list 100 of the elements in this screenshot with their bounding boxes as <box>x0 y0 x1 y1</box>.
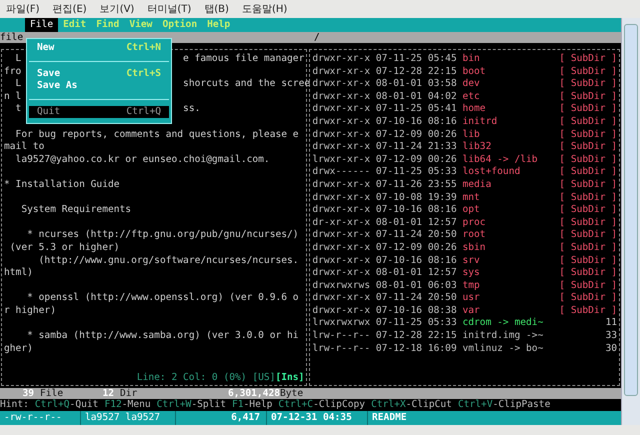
file-row[interactable]: drwxr-xr-x 07-10-16 08:38 var [ SubDir ] <box>312 304 618 318</box>
file-row[interactable]: drwxr-xr-x 07-12-09 00:26 sbin [ SubDir ] <box>312 242 618 254</box>
option-label: New <box>37 42 54 55</box>
shortcut-text: Ctrl+S <box>126 68 161 80</box>
file-name: sbin <box>462 242 487 254</box>
count-label: File <box>40 388 64 399</box>
file-time: 08:16 <box>428 254 458 268</box>
permissions: drwxr-xr-x <box>312 66 372 78</box>
file-date: 07-12-28 <box>376 330 424 343</box>
file-name: bin <box>462 53 481 66</box>
file-name: lib64 -> /lib <box>462 154 539 166</box>
window-menu-item[interactable]: 파일(F) <box>6 2 40 16</box>
file-row[interactable]: drwxr-xr-x 07-11-24 20:50 usr [ SubDir ] <box>312 292 618 305</box>
scrollbar[interactable] <box>621 18 640 425</box>
menu-item[interactable]: File <box>25 18 58 32</box>
file-name: home <box>462 103 487 116</box>
file-name: initrd <box>462 116 498 129</box>
file-date: 07-11-24 <box>376 292 424 305</box>
file-size: 6,417 <box>176 411 267 425</box>
window-menu-item[interactable]: 편집(E) <box>52 2 87 16</box>
editor-text: System Requirements <box>20 204 132 216</box>
file-date: 08-01-01 <box>376 280 424 292</box>
hint-key: F12 <box>104 399 122 410</box>
permissions: drwxr-xr-x <box>312 116 372 129</box>
file-row[interactable]: drwxr-xr-x 07-11-25 05:45 bin [ SubDir ] <box>312 53 618 66</box>
file-type: [ SubDir ] <box>559 178 618 192</box>
file-row[interactable]: drwxr-xr-x 07-11-26 23:55 media [ SubDir ] <box>312 178 618 192</box>
file-type: [ SubDir ] <box>559 292 618 305</box>
file-type: [ SubDir ] <box>559 90 618 104</box>
editor-text: ss. <box>183 103 200 116</box>
file-row[interactable]: drwxr-xr-x 07-11-25 05:41 home [ SubDir ] <box>312 103 618 116</box>
file-date: 07-10-16 <box>376 254 424 268</box>
file-time: 19:39 <box>428 192 458 204</box>
editor-text: * ncurses (http://ftp.gnu.org/pub/gnu/ncurses/) <box>26 229 299 240</box>
file-time: 16:09 <box>428 342 458 356</box>
file-row[interactable]: drwxr-xr-x 07-12-28 22:15 boot [ SubDir ] <box>312 66 618 78</box>
file-row[interactable]: drwxrwxrws 08-01-01 06:03 tmp [ SubDir ] <box>312 280 618 292</box>
file-date: 07-12-09 <box>376 242 424 254</box>
editor-text: fro <box>4 66 22 77</box>
option-label: Quit <box>37 106 60 118</box>
file-row[interactable]: drwxr-xr-x 07-12-09 00:26 lib [ SubDir ] <box>312 128 618 142</box>
file-time: 08:16 <box>428 204 458 217</box>
window-menu-item[interactable]: 보기(V) <box>100 2 134 16</box>
path-text: file <box>0 32 24 43</box>
editor-text: gher) <box>4 342 33 354</box>
file-row[interactable]: drwxr-xr-x 07-10-08 19:39 mnt [ SubDir ] <box>312 192 618 204</box>
file-row[interactable]: drwx------ 07-11-25 05:33 lost+found [ SubDir ] <box>312 166 618 179</box>
file-name: usr <box>462 292 481 305</box>
file-name: lost+found <box>462 166 522 179</box>
file-date: 07-11-25 <box>376 103 424 116</box>
file-name: srv <box>462 254 481 268</box>
file-row[interactable]: drwxr-xr-x 07-11-24 21:33 lib32 [ SubDir ] <box>312 141 618 154</box>
file-name: var <box>462 304 481 318</box>
file-row[interactable]: drwxr-xr-x 08-01-01 04:02 etc [ SubDir ] <box>312 90 618 104</box>
file-type: [ SubDir ] <box>559 128 618 142</box>
scrollbar-thumb[interactable] <box>624 24 638 396</box>
file-type: [ SubDir ] <box>559 229 618 242</box>
window-menu-item[interactable]: 터미널(T) <box>147 2 192 16</box>
editor-text: shorcuts and the scree <box>183 78 310 91</box>
file-row[interactable]: drwxr-xr-x 07-11-24 20:50 root [ SubDir ] <box>312 229 618 242</box>
file-type: [ SubDir ] <box>559 267 618 280</box>
option-label: Save As <box>37 80 78 93</box>
file-date: 08-01-01 <box>376 216 424 230</box>
dir-count: 12 <box>101 388 115 399</box>
file-type: [ SubDir ] <box>559 116 618 129</box>
file-row[interactable]: lrw-r--r-- 07-12-28 22:15 initrd.img ->~ 33 <box>312 330 618 343</box>
window-menu-item[interactable]: 탭(B) <box>204 2 229 16</box>
editor-text: t <box>14 103 22 114</box>
total-bytes: 6,301,428 <box>227 388 280 399</box>
file-row[interactable]: drwxr-xr-x 07-10-16 08:16 initrd [ SubDir ] <box>312 116 618 129</box>
file-row[interactable]: dr-xr-xr-x 08-01-01 12:57 proc [ SubDir ] <box>312 216 618 230</box>
file-time: 05:41 <box>428 103 458 116</box>
file-name: initrd.img ->~ <box>462 330 544 343</box>
file-owner: la9527 la9527 <box>81 411 176 425</box>
file-row[interactable]: lrwxr-xr-x 07-12-09 00:26 lib64 -> /lib [ SubDir ] <box>312 154 618 166</box>
file-count: 39 <box>21 388 35 399</box>
file-row[interactable]: drwxr-xr-x 08-01-01 12:57 sys [ SubDir ] <box>312 267 618 280</box>
file-row[interactable]: drwxr-xr-x 08-01-01 03:58 dev [ SubDir ] <box>312 78 618 91</box>
editor-text: * samba (http://www.samba.org) (ver 3.0.0 or hi <box>26 330 299 342</box>
file-row[interactable]: lrwxrwxrwx 07-11-25 05:33 cdrom -> medi~ 11 <box>312 317 618 330</box>
file-row[interactable]: drwxr-xr-x 07-10-16 08:16 opt [ SubDir ] <box>312 204 618 217</box>
permissions: drwxr-xr-x <box>312 90 372 104</box>
file-date: 07-12-09 <box>376 128 424 142</box>
file-row[interactable]: lrw-r--r-- 07-12-18 16:09 vmlinuz -> bo~ 30 <box>312 342 618 356</box>
file-name: root <box>462 229 487 242</box>
file-type: [ SubDir ] <box>559 166 618 179</box>
file-date: 07-11-24 <box>376 229 424 242</box>
file-name: cdrom -> medi~ <box>462 317 544 330</box>
menu-option[interactable]: Quit Ctrl+Q <box>29 106 169 118</box>
window-menu-item[interactable]: 도움말(H) <box>242 2 288 16</box>
option-label: Save <box>37 68 60 80</box>
path-text: / <box>314 32 320 43</box>
hint-action: -ClipCut <box>406 399 452 410</box>
file-time: 20:50 <box>428 229 458 242</box>
hint-action: -Help <box>244 399 272 410</box>
file-date: 07-10-16 <box>376 304 424 318</box>
file-row[interactable]: drwxr-xr-x 07-10-16 08:16 srv [ SubDir ] <box>312 254 618 268</box>
file-date: 07-11-24 <box>376 141 424 154</box>
file-time: 04:02 <box>428 90 458 104</box>
editor-text: * Installation Guide <box>4 178 120 190</box>
